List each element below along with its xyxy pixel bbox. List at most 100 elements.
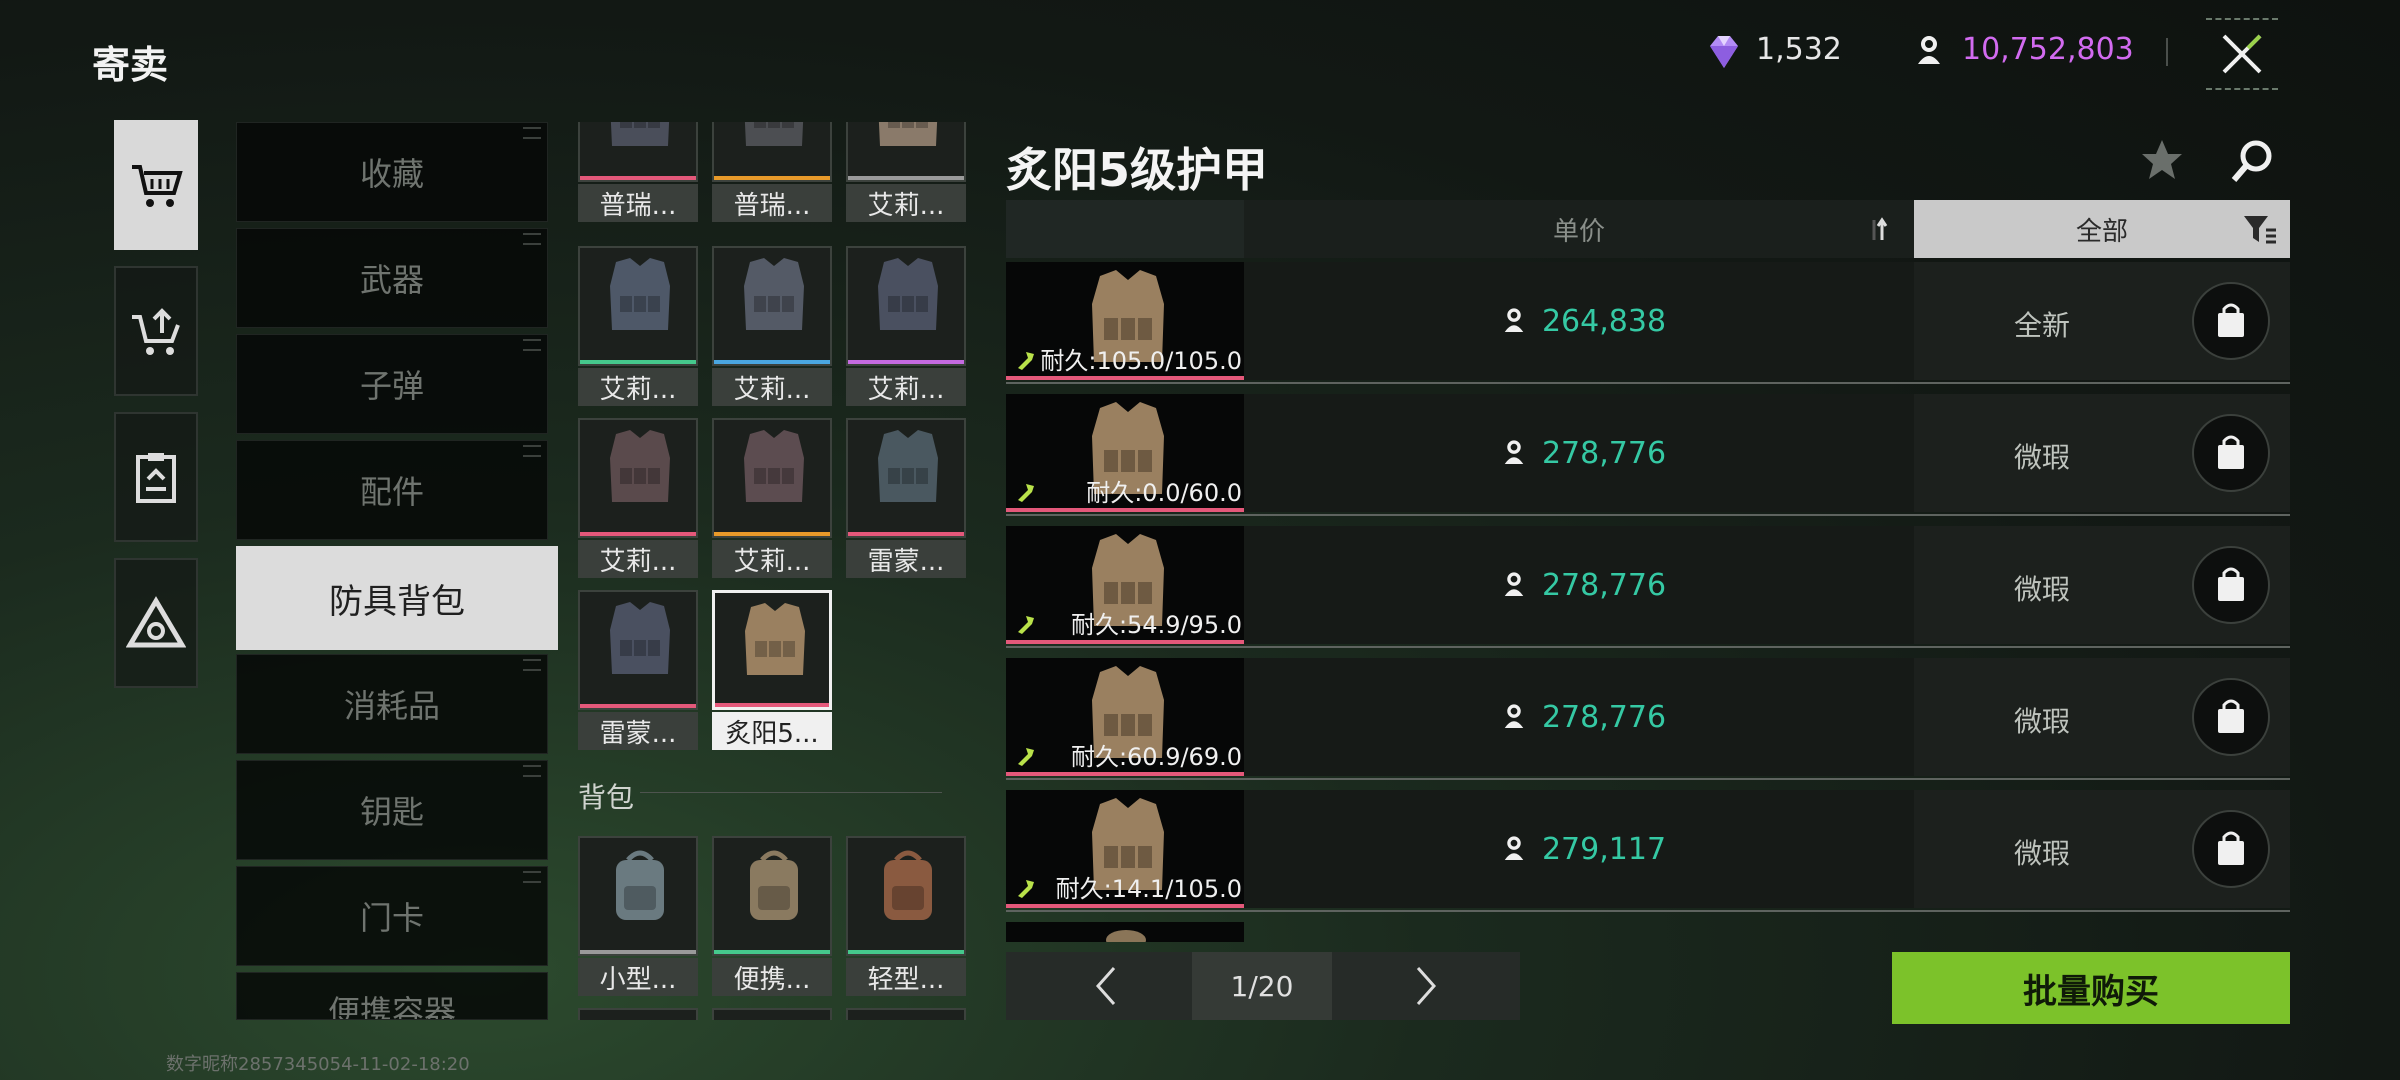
armor-item-card[interactable] bbox=[712, 590, 832, 710]
filter-icon[interactable] bbox=[2242, 214, 2278, 246]
armor-item-label: 艾莉... bbox=[712, 368, 832, 406]
armor-item-card[interactable] bbox=[712, 418, 832, 538]
side-tab-logo[interactable] bbox=[114, 558, 198, 688]
backpack-image bbox=[616, 850, 664, 920]
listing-row-partial bbox=[1006, 922, 1244, 942]
category-favorites[interactable]: 收藏 bbox=[236, 122, 548, 222]
condition-filter-dropdown[interactable]: 全部 bbox=[1914, 200, 2290, 258]
category-keys[interactable]: 钥匙 bbox=[236, 760, 548, 860]
shopping-bag-icon bbox=[2218, 435, 2244, 469]
shopping-bag-icon bbox=[2218, 699, 2244, 733]
coin-icon bbox=[1504, 704, 1524, 728]
listing-condition-cell: 微瑕 bbox=[1914, 658, 2290, 776]
category-weapons[interactable]: 武器 bbox=[236, 228, 548, 328]
durability-text: 耐久:54.9/95.0 bbox=[1070, 611, 1242, 639]
listing-price: 278,776 bbox=[1244, 394, 1920, 512]
armor-item-label: 艾莉... bbox=[712, 540, 832, 578]
section-divider bbox=[640, 792, 942, 793]
price-column-header[interactable]: 单价 bbox=[1244, 200, 1914, 258]
armor-vest-image bbox=[610, 122, 670, 146]
armor-item-label: 艾莉... bbox=[578, 540, 698, 578]
backpack-item-label: 轻型... bbox=[846, 958, 966, 996]
backpack-item-label: 小型... bbox=[578, 958, 698, 996]
category-containers[interactable]: 便携容器 bbox=[236, 972, 548, 1020]
listing-thumbnail: 耐久:0.0/60.0 bbox=[1006, 394, 1244, 512]
buy-button[interactable] bbox=[2192, 546, 2270, 624]
category-keycards[interactable]: 门卡 bbox=[236, 866, 548, 966]
row-separator bbox=[1006, 514, 2290, 516]
triangle-logo-icon bbox=[126, 596, 186, 648]
buy-button[interactable] bbox=[2192, 282, 2270, 360]
listing-thumbnail: 耐久:14.1/105.0 bbox=[1006, 790, 1244, 908]
shopping-bag-icon bbox=[2218, 303, 2244, 337]
armor-item-card[interactable] bbox=[578, 590, 698, 710]
row-separator bbox=[1006, 778, 2290, 780]
buy-button[interactable] bbox=[2192, 414, 2270, 492]
armor-item-card[interactable] bbox=[846, 418, 966, 538]
price-value: 278,776 bbox=[1541, 435, 1667, 471]
condition-label: 全新 bbox=[2014, 309, 2071, 342]
backpack-image bbox=[884, 850, 932, 920]
rarity-bar bbox=[714, 176, 830, 180]
category-ammo[interactable]: 子弹 bbox=[236, 334, 548, 434]
repair-icon bbox=[1018, 616, 1034, 634]
category-attachments[interactable]: 配件 bbox=[236, 440, 548, 540]
backpack-item-card[interactable] bbox=[712, 836, 832, 956]
backpack-item-card-partial bbox=[578, 1008, 698, 1020]
buy-button[interactable] bbox=[2192, 810, 2270, 888]
armor-vest-image bbox=[878, 258, 938, 330]
buy-button[interactable] bbox=[2192, 678, 2270, 756]
category-label: 配件 bbox=[359, 473, 424, 511]
listing-row[interactable]: 耐久:105.0/105.0 264,838 全新 bbox=[1006, 262, 2290, 384]
armor-item-card[interactable] bbox=[712, 246, 832, 366]
category-label: 收藏 bbox=[359, 155, 424, 193]
armor-item-card[interactable] bbox=[712, 122, 832, 182]
armor-item-card[interactable] bbox=[578, 122, 698, 182]
armor-item-label: 雷蒙... bbox=[846, 540, 966, 578]
bulk-buy-button[interactable]: 批量购买 bbox=[1892, 952, 2290, 1024]
coin-icon bbox=[1918, 36, 1940, 64]
backpack-item-card[interactable] bbox=[578, 836, 698, 956]
coin-icon bbox=[1504, 440, 1524, 464]
close-button[interactable] bbox=[2206, 18, 2278, 90]
side-tab-sell[interactable] bbox=[114, 266, 198, 396]
next-page-button[interactable] bbox=[1366, 952, 1486, 1020]
armor-item-card[interactable] bbox=[846, 246, 966, 366]
listing-thumbnail: 耐久:54.9/95.0 bbox=[1006, 526, 1244, 644]
side-tab-records[interactable] bbox=[114, 412, 198, 542]
rarity-bar bbox=[714, 360, 830, 364]
armor-vest-image bbox=[610, 602, 670, 674]
durability-text: 耐久:0.0/60.0 bbox=[1086, 479, 1242, 507]
sort-icon[interactable] bbox=[1866, 216, 1890, 244]
listing-row[interactable]: 耐久:14.1/105.0 279,117 微瑕 bbox=[1006, 790, 2290, 912]
category-armor-backpack[interactable]: 防具背包 bbox=[236, 546, 558, 650]
armor-item-card[interactable] bbox=[578, 418, 698, 538]
search-icon[interactable] bbox=[2228, 136, 2278, 186]
chevron-left-icon bbox=[1095, 967, 1116, 1005]
star-icon[interactable] bbox=[2138, 136, 2186, 184]
backpack-item-card[interactable] bbox=[846, 836, 966, 956]
coin-icon bbox=[1504, 572, 1524, 596]
armor-item-card[interactable] bbox=[578, 246, 698, 366]
backpack-item-card-partial bbox=[846, 1008, 966, 1020]
condition-label: 微瑕 bbox=[2014, 441, 2071, 474]
category-consumables[interactable]: 消耗品 bbox=[236, 654, 548, 754]
listing-row[interactable]: 耐久:60.9/69.0 278,776 微瑕 bbox=[1006, 658, 2290, 780]
cart-upload-icon bbox=[132, 308, 180, 355]
listing-row[interactable]: 耐久:54.9/95.0 278,776 微瑕 bbox=[1006, 526, 2290, 648]
category-label: 防具背包 bbox=[329, 581, 465, 622]
repair-icon bbox=[1018, 880, 1034, 898]
backpack-section-label: 背包 bbox=[578, 781, 635, 814]
shopping-bag-icon bbox=[2218, 567, 2244, 601]
armor-item-card[interactable] bbox=[846, 122, 966, 182]
prev-page-button[interactable] bbox=[1046, 952, 1166, 1020]
category-label: 武器 bbox=[359, 261, 424, 299]
listing-row[interactable]: 耐久:0.0/60.0 278,776 微瑕 bbox=[1006, 394, 2290, 516]
side-tab-buy[interactable] bbox=[114, 120, 198, 250]
armor-vest-image bbox=[745, 603, 805, 675]
durability-text: 耐久:14.1/105.0 bbox=[1055, 875, 1242, 903]
listing-thumbnail: 耐久:105.0/105.0 bbox=[1006, 262, 1244, 380]
page-indicator: 1/20 bbox=[1192, 952, 1332, 1020]
armor-item-label: 艾莉... bbox=[846, 184, 966, 222]
listing-price: 278,776 bbox=[1244, 526, 1920, 644]
